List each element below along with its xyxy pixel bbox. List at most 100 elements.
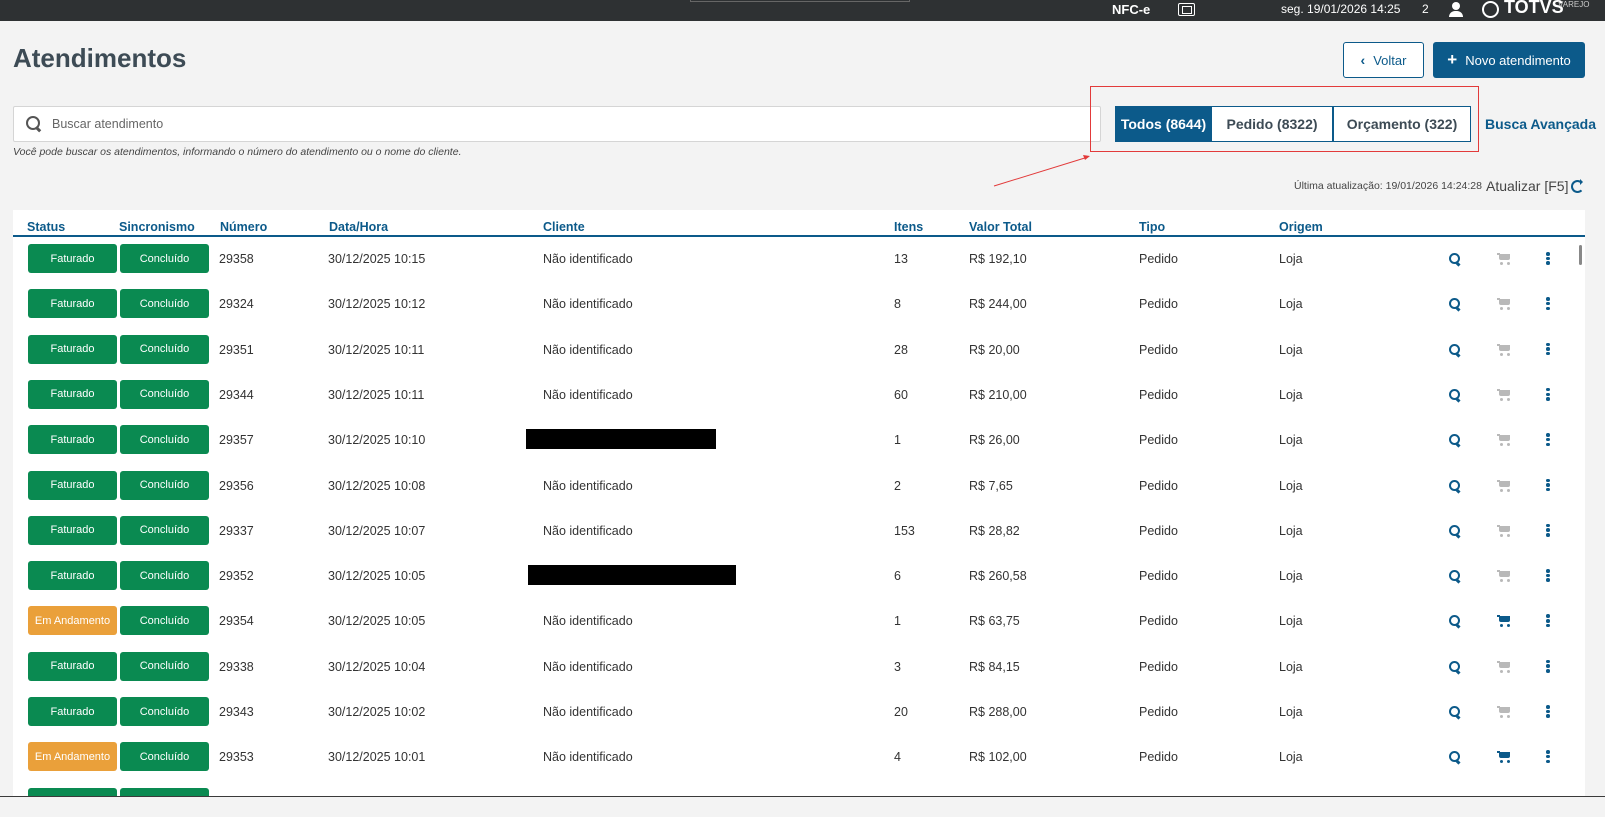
- top-center-tab[interactable]: [690, 0, 910, 2]
- total-cell: R$ 63,75: [969, 614, 1020, 629]
- view-search-icon[interactable]: [1449, 343, 1461, 356]
- status-badge: Faturado: [28, 470, 117, 500]
- cart-icon[interactable]: [1497, 388, 1511, 401]
- table-row[interactable]: Faturado Concluído 29343 30/12/2025 10:0…: [13, 693, 1585, 738]
- nfce-label: NFC-e: [1112, 2, 1151, 17]
- cart-icon[interactable]: [1497, 298, 1511, 311]
- more-options-icon[interactable]: [1546, 750, 1550, 764]
- view-search-icon[interactable]: [1449, 524, 1461, 537]
- user-icon[interactable]: [1448, 2, 1464, 17]
- status-badge: Faturado: [28, 425, 117, 455]
- view-search-icon[interactable]: [1449, 751, 1461, 763]
- advanced-search-link[interactable]: Busca Avançada: [1485, 116, 1596, 132]
- refresh-icon[interactable]: [1571, 179, 1584, 193]
- datetime-cell: 30/12/2025 10:12: [328, 297, 426, 312]
- refresh-button[interactable]: Atualizar [F5]: [1486, 178, 1568, 194]
- header-number[interactable]: Número: [220, 220, 267, 234]
- origin-cell: Loja: [1279, 297, 1303, 312]
- more-options-icon[interactable]: [1546, 705, 1550, 718]
- cart-icon[interactable]: [1497, 343, 1511, 356]
- more-options-icon[interactable]: [1546, 387, 1550, 401]
- more-options-icon[interactable]: [1546, 252, 1550, 265]
- table-row[interactable]: Faturado Concluído 29357 30/12/2025 10:1…: [13, 421, 1585, 466]
- header-client[interactable]: Cliente: [543, 220, 585, 234]
- cart-icon[interactable]: [1497, 751, 1511, 764]
- cart-icon[interactable]: [1497, 615, 1511, 628]
- items-cell: 13: [894, 252, 908, 266]
- client-cell: Não identificado: [543, 342, 633, 357]
- view-search-icon[interactable]: [1449, 615, 1461, 627]
- cart-icon[interactable]: [1497, 706, 1511, 718]
- table-row[interactable]: Em Andamento Concluído 29354 30/12/2025 …: [13, 602, 1585, 647]
- table-row[interactable]: Faturado Concluído 29351 30/12/2025 10:1…: [13, 331, 1585, 376]
- cart-icon[interactable]: [1497, 479, 1511, 492]
- more-options-icon[interactable]: [1546, 342, 1550, 356]
- type-cell: Pedido: [1139, 705, 1178, 719]
- table-row[interactable]: Faturado Concluído 29324 30/12/2025 10:1…: [13, 285, 1585, 330]
- more-options-icon[interactable]: [1546, 659, 1550, 673]
- logo-text: TOTVS: [1504, 0, 1564, 17]
- cart-icon[interactable]: [1497, 253, 1511, 265]
- table-row[interactable]: Em Andamento Concluído 29353 30/12/2025 …: [13, 738, 1585, 783]
- search-input[interactable]: [52, 107, 1092, 141]
- filter-todos[interactable]: Todos (8644): [1115, 106, 1212, 142]
- datetime-cell: 30/12/2025 10:05: [328, 569, 426, 584]
- qr-code-icon[interactable]: [1178, 3, 1195, 16]
- filter-pedido[interactable]: Pedido (8322): [1211, 106, 1333, 142]
- view-search-icon[interactable]: [1449, 298, 1461, 310]
- more-options-icon[interactable]: [1546, 297, 1550, 311]
- table-row[interactable]: Faturado Concluído 29356 30/12/2025 10:0…: [13, 467, 1585, 512]
- view-search-icon[interactable]: [1449, 706, 1461, 718]
- more-options-icon[interactable]: [1546, 478, 1550, 492]
- view-search-icon[interactable]: [1449, 479, 1461, 492]
- type-cell: Pedido: [1139, 750, 1178, 765]
- cart-icon[interactable]: [1497, 570, 1511, 583]
- sync-badge: Concluído: [120, 561, 209, 591]
- total-cell: R$ 84,15: [969, 659, 1020, 674]
- origin-cell: Loja: [1279, 478, 1303, 493]
- scrollbar-thumb[interactable]: [1579, 245, 1582, 265]
- header-origin[interactable]: Origem: [1279, 220, 1323, 234]
- view-search-icon[interactable]: [1449, 434, 1461, 446]
- more-options-icon[interactable]: [1546, 614, 1550, 628]
- filter-orcamento[interactable]: Orçamento (322): [1333, 106, 1471, 142]
- more-options-icon[interactable]: [1546, 433, 1550, 447]
- datetime-cell: 30/12/2025 10:02: [328, 705, 426, 719]
- type-cell: Pedido: [1139, 342, 1178, 357]
- table-row[interactable]: Faturado Concluído 29358 30/12/2025 10:1…: [13, 240, 1585, 285]
- sync-badge: Concluído: [120, 379, 209, 409]
- status-badge: Faturado: [28, 651, 117, 681]
- cart-icon[interactable]: [1497, 524, 1511, 537]
- view-search-icon[interactable]: [1449, 660, 1461, 673]
- header-sync[interactable]: Sincronismo: [119, 220, 195, 234]
- table-row[interactable]: Faturado Concluído 29352 30/12/2025 10:0…: [13, 557, 1585, 602]
- datetime-cell: 30/12/2025 10:05: [328, 614, 426, 629]
- total-cell: R$ 26,00: [969, 433, 1020, 448]
- table-row-partial[interactable]: [13, 784, 1585, 796]
- header-datetime[interactable]: Data/Hora: [329, 220, 388, 234]
- view-search-icon[interactable]: [1449, 570, 1461, 582]
- header-status[interactable]: Status: [27, 220, 65, 234]
- cart-icon[interactable]: [1497, 434, 1511, 447]
- cart-icon[interactable]: [1497, 660, 1511, 673]
- back-button[interactable]: ‹ Voltar: [1343, 42, 1424, 78]
- status-badge: Faturado: [28, 379, 117, 409]
- total-cell: R$ 7,65: [969, 478, 1013, 493]
- more-options-icon[interactable]: [1546, 523, 1550, 537]
- status-badge: Em Andamento: [28, 606, 117, 636]
- table-row[interactable]: Faturado Concluído 29344 30/12/2025 10:1…: [13, 376, 1585, 421]
- table-row[interactable]: Faturado Concluído 29337 30/12/2025 10:0…: [13, 512, 1585, 557]
- view-search-icon[interactable]: [1449, 388, 1461, 401]
- table-header: Status Sincronismo Número Data/Hora Clie…: [13, 210, 1585, 237]
- status-badge: Faturado: [28, 697, 117, 726]
- total-cell: R$ 244,00: [969, 297, 1027, 312]
- logo-icon: [1482, 1, 1499, 18]
- view-search-icon[interactable]: [1449, 253, 1461, 265]
- more-options-icon[interactable]: [1546, 569, 1550, 582]
- status-badge: Faturado: [28, 561, 117, 591]
- header-items[interactable]: Itens: [894, 220, 923, 234]
- header-total[interactable]: Valor Total: [969, 220, 1032, 234]
- new-service-button[interactable]: + Novo atendimento: [1433, 42, 1585, 78]
- header-type[interactable]: Tipo: [1139, 220, 1165, 234]
- table-row[interactable]: Faturado Concluído 29338 30/12/2025 10:0…: [13, 648, 1585, 693]
